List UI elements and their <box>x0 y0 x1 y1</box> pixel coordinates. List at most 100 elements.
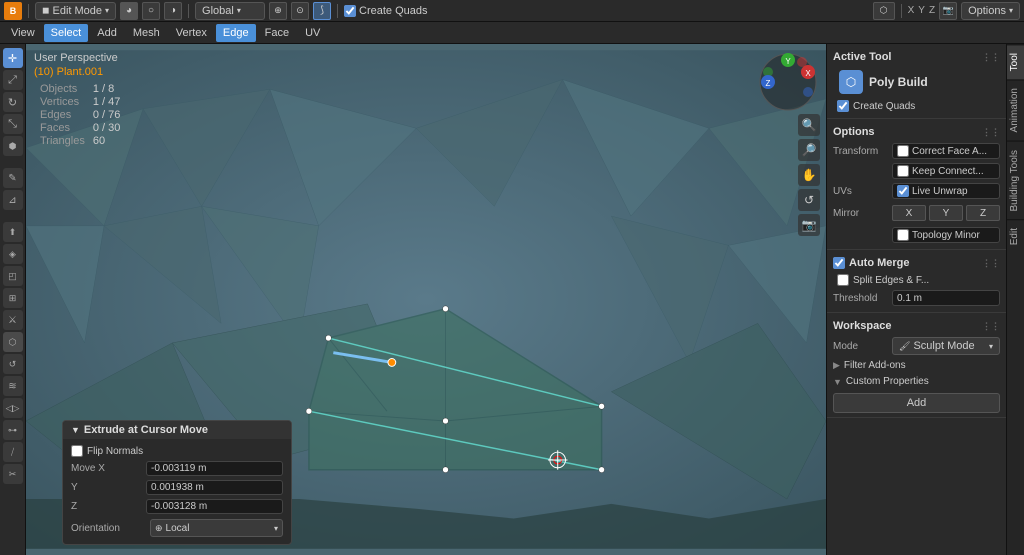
keep-connect-val[interactable]: Keep Connect... <box>892 163 1000 179</box>
live-unwrap-val[interactable]: Live Unwrap <box>892 183 1000 199</box>
uvs-row: UVs Live Unwrap <box>833 181 1000 201</box>
snap-icon[interactable]: ⊕ <box>269 2 287 20</box>
top-bar-left: B ◼ Edit Mode ▾ ◕ ○ ◑ Global ▾ ⊕ ⊙ ⟆ Cre… <box>4 2 869 20</box>
workspace-mode-row: Mode 🖌 Sculpt Mode ▾ <box>833 335 1000 357</box>
knife-tool[interactable]: ⚔ <box>3 310 23 330</box>
correct-face-val[interactable]: Correct Face A... <box>892 143 1000 159</box>
mirror-z-btn[interactable]: Z <box>966 205 1000 221</box>
move-z-row: Z -0.003128 m <box>71 497 283 516</box>
stat-vertices-label: Vertices <box>38 96 87 108</box>
bevel-tool[interactable]: ◰ <box>3 266 23 286</box>
orientation-chevron: ▾ <box>274 524 278 533</box>
tab-animation[interactable]: Animation <box>1007 79 1024 140</box>
filter-addons-row[interactable]: ▶ Filter Add-ons <box>833 357 1000 374</box>
shrink-fatten-tool[interactable]: ⊶ <box>3 420 23 440</box>
cursor-tool[interactable]: ✛ <box>3 48 23 68</box>
transform-label: Transform <box>833 146 888 157</box>
tab-edit[interactable]: Edit <box>1007 219 1024 253</box>
menu-vertex[interactable]: Vertex <box>169 24 214 42</box>
blender-logo[interactable]: B <box>4 2 22 20</box>
stat-triangles-value: 60 <box>91 135 123 147</box>
menu-add[interactable]: Add <box>90 24 124 42</box>
orbit-btn[interactable]: ↺ <box>798 189 820 211</box>
topology-minor-check[interactable] <box>897 229 909 241</box>
menu-mesh[interactable]: Mesh <box>126 24 167 42</box>
mode-dropdown[interactable]: ◼ Edit Mode ▾ <box>35 2 116 20</box>
menu-select[interactable]: Select <box>44 24 89 42</box>
sculpt-mode-dropdown[interactable]: 🖌 Sculpt Mode ▾ <box>892 337 1000 355</box>
topology-minor-val[interactable]: Topology Minor <box>892 227 1000 243</box>
threshold-row: Threshold 0.1 m <box>833 288 1000 308</box>
stat-triangles: Triangles 60 <box>38 135 122 147</box>
workspace-header[interactable]: Workspace ⋮⋮ <box>833 317 1000 335</box>
transform-tool[interactable]: ⬢ <box>3 136 23 156</box>
options-dropdown[interactable]: Options ▾ <box>961 2 1020 20</box>
mirror-y-btn[interactable]: Y <box>929 205 963 221</box>
zoom-out-btn[interactable]: 🔎 <box>798 139 820 161</box>
menu-view[interactable]: View <box>4 24 42 42</box>
orientation-icon: ⊕ <box>155 523 163 534</box>
custom-props-row[interactable]: ▼ Custom Properties <box>833 374 1000 389</box>
options-dots: ⋮⋮ <box>982 127 1000 138</box>
edge-slide-tool[interactable]: ◁▷ <box>3 398 23 418</box>
tab-tool[interactable]: Tool <box>1007 44 1024 79</box>
move-tool[interactable]: ⤢ <box>3 70 23 90</box>
auto-merge-header[interactable]: Auto Merge ⋮⋮ <box>833 254 1000 272</box>
extrude-tool[interactable]: ⬆ <box>3 222 23 242</box>
create-quads-checkbox[interactable] <box>344 5 356 17</box>
active-tool-header[interactable]: Active Tool ⋮⋮ <box>833 48 1000 66</box>
move-z-val[interactable]: -0.003128 m <box>146 499 283 514</box>
orientation-dropdown[interactable]: ⊕ Local ▾ <box>150 519 283 537</box>
rotate-tool[interactable]: ↻ <box>3 92 23 112</box>
flip-normals-check[interactable] <box>71 445 83 457</box>
keep-connect-check[interactable] <box>897 165 909 177</box>
shear-tool[interactable]: ⧸ <box>3 442 23 462</box>
measure-tool[interactable]: ⊿ <box>3 190 23 210</box>
annotate-tool[interactable]: ✎ <box>3 168 23 188</box>
mirror-icon[interactable]: ⟆ <box>313 2 331 20</box>
transform-orientation[interactable]: Global ▾ <box>195 2 265 20</box>
topology-row: Topology Minor <box>833 225 1000 245</box>
live-unwrap-check[interactable] <box>897 185 909 197</box>
rip-tool[interactable]: ✂ <box>3 464 23 484</box>
add-button[interactable]: Add <box>833 393 1000 413</box>
nav-gizmo[interactable]: X Y Z <box>758 52 818 112</box>
camera-persp-btn[interactable]: 📷 <box>798 214 820 236</box>
camera-icon[interactable]: 📷 <box>939 2 957 20</box>
viewport-shading-render[interactable]: ◑ <box>164 2 182 20</box>
threshold-value[interactable]: 0.1 m <box>892 290 1000 306</box>
axis-z[interactable]: Z <box>929 5 935 16</box>
axis-y[interactable]: Y <box>918 5 925 16</box>
auto-merge-title: Auto Merge <box>849 257 910 269</box>
scale-tool[interactable]: ⤡ <box>3 114 23 134</box>
viewport-shading-solid[interactable]: ◕ <box>120 2 138 20</box>
stat-vertices-value: 1 / 47 <box>91 96 123 108</box>
move-x-val[interactable]: -0.003119 m <box>146 461 283 476</box>
tab-building-tools[interactable]: Building Tools <box>1007 141 1024 220</box>
extrude-header: ▼ Extrude at Cursor Move <box>63 421 291 439</box>
options-header[interactable]: Options ⋮⋮ <box>833 123 1000 141</box>
axis-x[interactable]: X <box>908 5 915 16</box>
proportional-edit-icon[interactable]: ⊙ <box>291 2 309 20</box>
viewport[interactable]: User Perspective (10) Plant.001 Objects … <box>26 44 826 555</box>
mirror-x-btn[interactable]: X <box>892 205 926 221</box>
editor-type-icon[interactable]: ⬡ <box>873 2 895 20</box>
move-y-val[interactable]: 0.001938 m <box>146 480 283 495</box>
menu-uv[interactable]: UV <box>298 24 327 42</box>
zoom-in-btn[interactable]: 🔍 <box>798 114 820 136</box>
inset-tool[interactable]: ◈ <box>3 244 23 264</box>
loop-cut-tool[interactable]: ⊞ <box>3 288 23 308</box>
pan-btn[interactable]: ✋ <box>798 164 820 186</box>
panel-create-quads-check[interactable] <box>837 100 849 112</box>
viewport-shading-material[interactable]: ○ <box>142 2 160 20</box>
live-unwrap-label: Live Unwrap <box>912 186 968 197</box>
auto-merge-check[interactable] <box>833 257 845 269</box>
menu-face[interactable]: Face <box>258 24 296 42</box>
spin-tool[interactable]: ↺ <box>3 354 23 374</box>
menu-edge[interactable]: Edge <box>216 24 256 42</box>
split-edges-check[interactable] <box>837 274 849 286</box>
correct-face-check[interactable] <box>897 145 909 157</box>
smooth-tool[interactable]: ≋ <box>3 376 23 396</box>
poly-build-tool[interactable]: ⬡ <box>3 332 23 352</box>
active-vertex <box>388 359 396 367</box>
